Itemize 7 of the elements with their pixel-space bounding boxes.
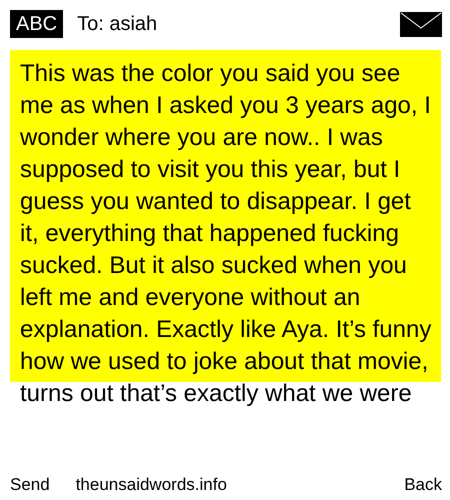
back-softkey[interactable]: Back <box>404 475 442 495</box>
site-address: theunsaidwords.info <box>76 475 228 495</box>
input-mode-badge: ABC <box>10 10 64 38</box>
recipient-label: To: asiah <box>77 12 158 36</box>
message-text: This was the color you said you see me as when I asked you 3 years ago, I wonder where you are now.. I was supposed to visit you this year, but I guess you wanted to disappear. I get it, everything that happened fucking sucked. But it also sucked when you left me and everyone without an explanation. Exactly like Aya. It’s funny how we used to joke about that movie, turns out that’s exactly what we were <box>19 59 432 409</box>
send-softkey[interactable]: Send <box>10 475 50 495</box>
envelope-icon <box>400 12 442 36</box>
